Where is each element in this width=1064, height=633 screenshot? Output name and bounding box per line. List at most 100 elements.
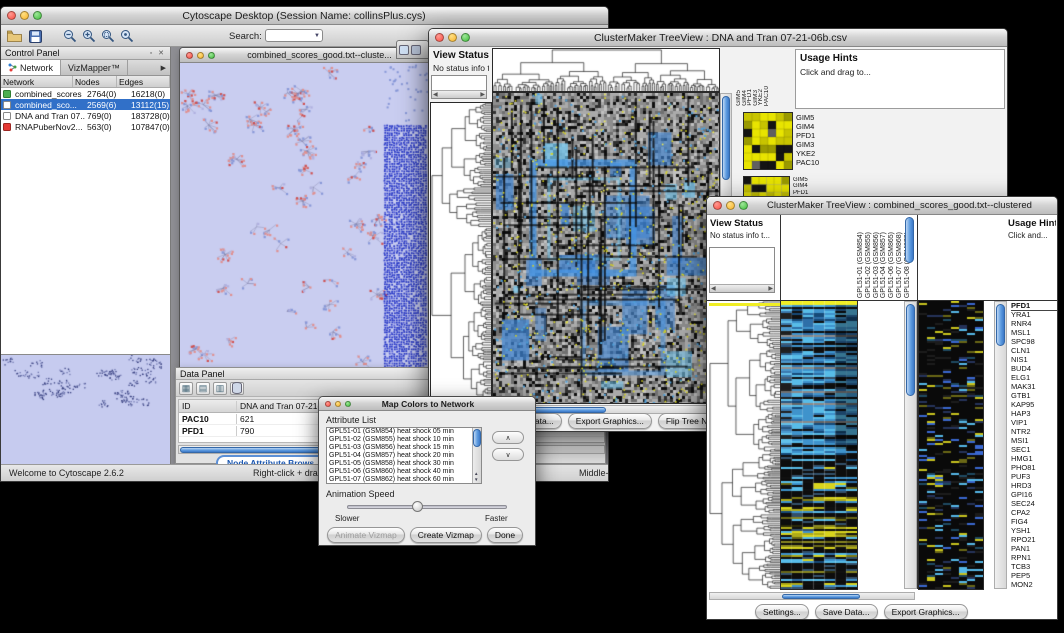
vscroll-thumb[interactable] <box>996 304 1005 346</box>
gene-label[interactable]: YSH1 <box>1011 526 1057 535</box>
gene-label[interactable]: RNR4 <box>1011 319 1057 328</box>
move-up-button[interactable]: ∧ <box>492 431 524 444</box>
attribute-item[interactable]: GPL51-02 (GSM855) heat shock 10 min <box>327 436 481 444</box>
gene-label[interactable]: MSI1 <box>1011 436 1057 445</box>
zoom-fit-icon[interactable] <box>99 28 116 44</box>
open-session-icon[interactable] <box>6 28 23 44</box>
gene-label[interactable]: YRA1 <box>1011 310 1057 319</box>
global-nav-box[interactable]: ◀ ▶ <box>431 75 487 99</box>
slider-thumb[interactable] <box>412 501 423 512</box>
minimize-button[interactable] <box>448 33 457 42</box>
gene-label[interactable]: SPC98 <box>1011 337 1057 346</box>
network-row[interactable]: combined_scores2764(0)16218(0) <box>1 88 170 99</box>
close-button[interactable] <box>325 401 331 407</box>
tv2-export-graphics-button[interactable]: Export Graphics... <box>884 604 968 619</box>
delete-attribute-icon[interactable]: ▥ <box>213 382 227 395</box>
gene-label[interactable]: HAP3 <box>1011 409 1057 418</box>
global-matrix-canvas[interactable] <box>744 113 792 169</box>
attribute-item[interactable]: GPL51-03 (GSM856) heat shock 15 min <box>327 444 481 452</box>
heatmap-hscrollbar[interactable] <box>709 592 915 600</box>
gene-label[interactable]: NTR2 <box>1011 427 1057 436</box>
column-dendrogram[interactable] <box>493 49 719 91</box>
animation-speed-slider[interactable] <box>347 505 507 509</box>
minimize-button[interactable] <box>197 52 204 59</box>
network-canvas[interactable] <box>180 63 430 370</box>
dialog-animate-vizmap-button[interactable]: Animate Vizmap <box>327 527 405 543</box>
main-titlebar[interactable]: Cytoscape Desktop (Session Name: collins… <box>1 7 608 25</box>
save-session-icon[interactable] <box>27 28 44 44</box>
zoom-selected-icon[interactable] <box>118 28 135 44</box>
gene-label[interactable]: PFD1 <box>1011 301 1057 310</box>
gene-label[interactable]: BUD4 <box>1011 364 1057 373</box>
dialog-titlebar[interactable]: Map Colors to Network <box>319 397 535 411</box>
gene-label[interactable]: HMG1 <box>1011 454 1057 463</box>
network-row[interactable]: DNA and Tran 07...769(0)183728(0) <box>1 110 170 121</box>
gene-label[interactable]: KAP95 <box>1011 400 1057 409</box>
gene-label[interactable]: ELG1 <box>1011 373 1057 382</box>
vscroll-thumb[interactable] <box>722 96 730 180</box>
zoom-out-icon[interactable] <box>61 28 78 44</box>
gene-label[interactable]: RPN1 <box>1011 553 1057 562</box>
gene-label[interactable]: GIM3 <box>796 140 830 149</box>
gene-label[interactable]: HRD3 <box>1011 481 1057 490</box>
create-attribute-icon[interactable]: ▤ <box>196 382 210 395</box>
tab-overflow-icon[interactable]: ▶ <box>157 60 170 75</box>
gene-label[interactable]: VIP1 <box>1011 418 1057 427</box>
close-button[interactable] <box>435 33 444 42</box>
gene-label[interactable]: GIM5 <box>796 113 830 122</box>
zoom-button[interactable] <box>461 33 470 42</box>
gene-label[interactable]: SEC24 <box>1011 499 1057 508</box>
gene-label[interactable]: GPI16 <box>1011 490 1057 499</box>
gene-label[interactable]: MAK31 <box>1011 382 1057 391</box>
gene-label[interactable]: FIG4 <box>1011 517 1057 526</box>
gene-vscrollbar[interactable] <box>994 301 1007 589</box>
tv1-export-graphics-button[interactable]: Export Graphics... <box>568 413 652 429</box>
gene-label[interactable]: CPA2 <box>1011 508 1057 517</box>
row-dendrogram[interactable] <box>431 103 491 403</box>
attribute-item[interactable]: GPL51-07 (GSM862) heat shock 60 min <box>327 476 481 484</box>
scroll-down-icon[interactable]: ▼ <box>474 477 478 482</box>
treeview1-titlebar[interactable]: ClusterMaker TreeView : DNA and Tran 07-… <box>429 29 1007 47</box>
vscroll-thumb[interactable] <box>906 304 915 396</box>
gene-label[interactable]: PAC10 <box>796 158 830 167</box>
close-button[interactable] <box>7 11 16 20</box>
heatmap-canvas[interactable] <box>493 93 719 403</box>
nav-left-icon[interactable]: ◀ <box>433 91 438 98</box>
gene-label[interactable]: YKE2 <box>796 149 830 158</box>
heatmap-canvas[interactable] <box>781 301 857 589</box>
gene-label[interactable]: PEP5 <box>1011 571 1057 580</box>
minimize-button[interactable] <box>335 401 341 407</box>
row-dendrogram[interactable] <box>709 301 780 589</box>
gene-label[interactable]: SEC1 <box>1011 445 1057 454</box>
scroll-up-icon[interactable]: ▲ <box>474 471 478 476</box>
network-view-titlebar[interactable]: combined_scores_good.txt--cluste... <box>180 48 430 63</box>
list-vscrollbar[interactable]: ▲ ▼ <box>472 428 481 483</box>
gene-label[interactable]: GIM4 <box>796 122 830 131</box>
zoom-in-icon[interactable] <box>80 28 97 44</box>
gene-label[interactable]: NIS1 <box>1011 355 1057 364</box>
secondary-heatmap-canvas[interactable] <box>919 301 983 589</box>
attribute-item[interactable]: GPL51-06 (GSM860) heat shock 40 min <box>327 468 481 476</box>
gene-label[interactable]: PUF3 <box>1011 472 1057 481</box>
gene-label[interactable]: PAN1 <box>1011 544 1057 553</box>
gene-label[interactable]: MON2 <box>1011 580 1057 589</box>
zoom-button[interactable] <box>33 11 42 20</box>
database-icon[interactable] <box>230 382 244 395</box>
dialog-done-button[interactable]: Done <box>487 527 523 543</box>
select-attributes-icon[interactable]: ▦ <box>179 382 193 395</box>
heatmap-vscrollbar[interactable] <box>904 301 917 589</box>
minimize-button[interactable] <box>726 201 735 210</box>
close-button[interactable] <box>713 201 722 210</box>
zoom-button[interactable] <box>208 52 215 59</box>
network-overview[interactable] <box>1 354 170 466</box>
treeview2-titlebar[interactable]: ClusterMaker TreeView : combined_scores_… <box>707 197 1057 215</box>
label-vscrollbar[interactable] <box>904 217 915 267</box>
zoom-button[interactable] <box>739 201 748 210</box>
tv2-settings-button[interactable]: Settings... <box>755 604 809 619</box>
network-overview-canvas[interactable] <box>1 355 169 465</box>
move-down-button[interactable]: ∨ <box>492 448 524 461</box>
gene-label[interactable]: RPO21 <box>1011 535 1057 544</box>
gene-label[interactable]: PHO81 <box>1011 463 1057 472</box>
network-row[interactable]: RNAPuberNov2...563(0)107847(0) <box>1 121 170 132</box>
gene-label[interactable]: TCB3 <box>1011 562 1057 571</box>
